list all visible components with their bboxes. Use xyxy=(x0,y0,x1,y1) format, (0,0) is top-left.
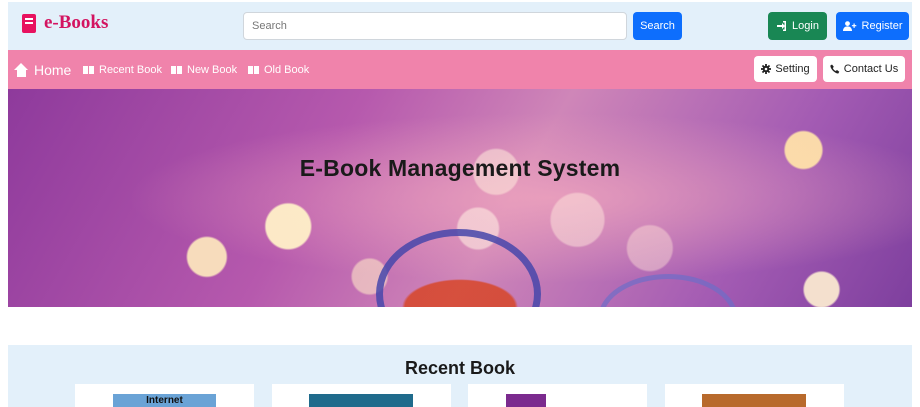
gear-icon xyxy=(761,64,772,74)
search-button[interactable]: Search xyxy=(633,12,682,40)
nav-home-label: Home xyxy=(34,61,72,78)
hero-banner: E-Book Management System xyxy=(8,89,912,307)
logo-text: e-Books xyxy=(44,12,109,33)
nav-new-book-label: New Book xyxy=(187,63,238,76)
book-card[interactable]: Internet xyxy=(75,384,254,407)
hero-title: E-Book Management System xyxy=(299,155,621,181)
setting-button[interactable]: Setting xyxy=(754,56,817,82)
book-icon xyxy=(22,13,36,33)
nav-bar: Home Recent Book New Book Old Book Setti… xyxy=(8,50,912,89)
hero-decoration xyxy=(598,274,738,307)
book-cover xyxy=(702,394,806,407)
book-card[interactable] xyxy=(272,384,451,407)
book-cover: Internet xyxy=(113,394,216,407)
book-cover xyxy=(506,394,546,407)
logo[interactable]: e-Books xyxy=(22,12,108,34)
register-button-label: Register xyxy=(861,20,903,32)
nav-old-book-label: Old Book xyxy=(264,63,310,76)
nav-recent-book-label: Recent Book xyxy=(99,63,162,76)
nav-recent-book-link[interactable]: Recent Book xyxy=(83,50,162,89)
setting-button-label: Setting xyxy=(775,63,810,75)
hero-decoration xyxy=(376,229,541,307)
phone-icon xyxy=(830,64,840,74)
recent-book-section: Recent Book Internet xyxy=(8,345,912,407)
search-input[interactable] xyxy=(243,12,627,40)
book-open-icon xyxy=(83,65,94,74)
top-header: e-Books Search Login Register xyxy=(8,2,912,50)
register-button[interactable]: Register xyxy=(836,12,909,40)
nav-new-book-link[interactable]: New Book xyxy=(171,50,237,89)
book-open-icon xyxy=(171,65,182,74)
section-title: Recent Book xyxy=(404,358,516,378)
search-button-label: Search xyxy=(640,20,675,32)
book-open-icon xyxy=(248,65,259,74)
home-icon xyxy=(14,62,29,77)
book-card[interactable] xyxy=(468,384,647,407)
sign-in-icon xyxy=(777,21,787,31)
book-card[interactable] xyxy=(665,384,844,407)
contact-us-button[interactable]: Contact Us xyxy=(823,56,905,82)
page: e-Books Search Login Register Home xyxy=(0,0,920,407)
login-button[interactable]: Login xyxy=(768,12,827,40)
nav-home-link[interactable]: Home xyxy=(14,50,71,89)
login-button-label: Login xyxy=(792,20,819,32)
user-plus-icon xyxy=(842,21,856,31)
contact-us-button-label: Contact Us xyxy=(843,63,899,75)
nav-old-book-link[interactable]: Old Book xyxy=(248,50,309,89)
book-cover xyxy=(309,394,413,407)
